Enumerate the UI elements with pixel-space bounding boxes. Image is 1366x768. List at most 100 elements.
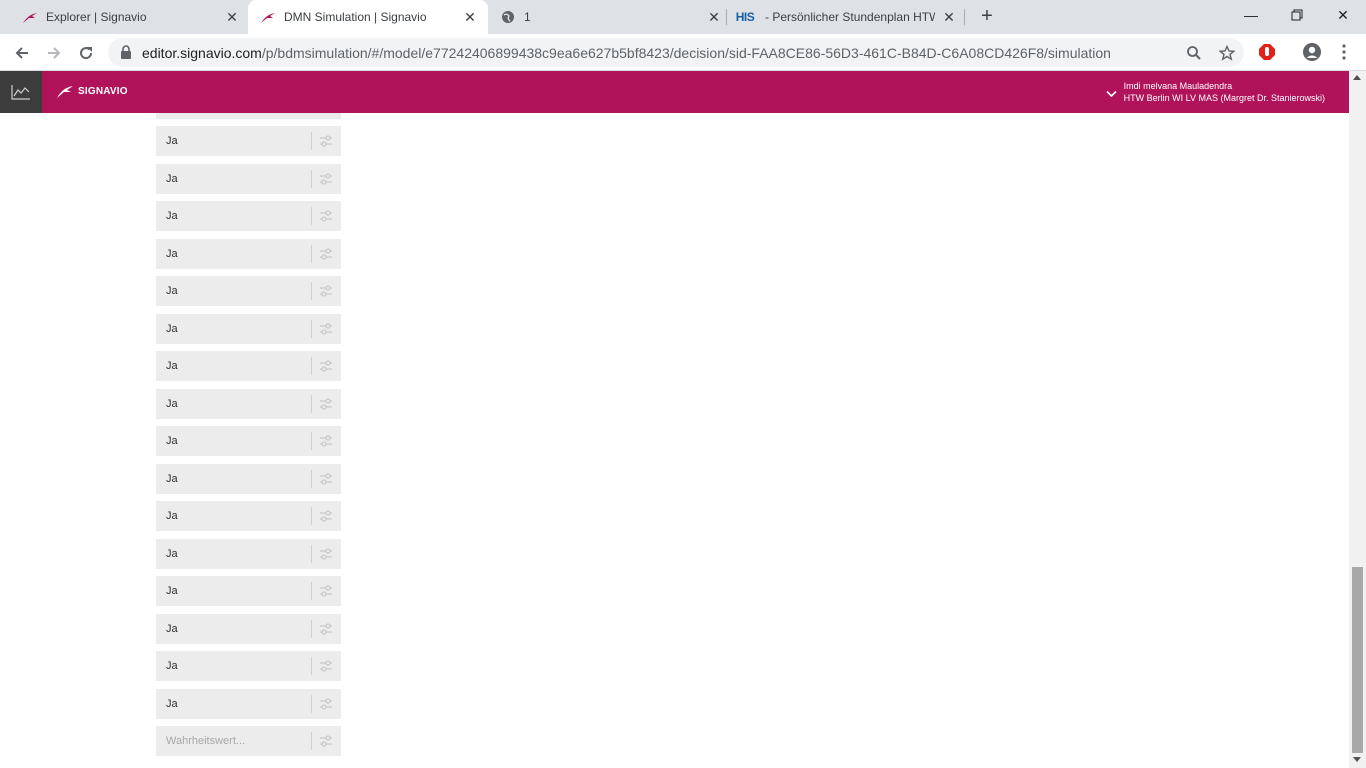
page-scrollbar[interactable] <box>1349 71 1366 768</box>
input-value: Ja <box>166 322 178 335</box>
tab-untitled[interactable]: 1 ✕ <box>488 0 726 34</box>
address-bar[interactable]: editor.signavio.com/p/bdmsimulation/#/mo… <box>108 38 1244 67</box>
url-host: editor.signavio.com <box>142 45 262 61</box>
truth-value-input[interactable]: Ja <box>156 426 341 457</box>
input-value: Ja <box>166 697 178 710</box>
truth-value-input[interactable]: Ja <box>156 576 341 607</box>
chevron-down-icon[interactable] <box>1106 85 1117 103</box>
input-value: Ja <box>166 660 178 673</box>
field-divider <box>311 432 312 451</box>
truth-value-input[interactable]: Ja <box>156 351 341 382</box>
field-divider <box>311 132 312 150</box>
settings-sliders-icon[interactable] <box>319 434 333 448</box>
settings-sliders-icon[interactable] <box>319 209 333 223</box>
truth-value-input[interactable]: Ja <box>156 388 341 419</box>
scrollbar-thumb[interactable] <box>1352 567 1363 753</box>
field-divider <box>311 619 312 638</box>
input-value: Ja <box>166 622 178 635</box>
field-divider <box>311 544 312 563</box>
settings-sliders-icon[interactable] <box>319 284 333 298</box>
input-value: Ja <box>166 135 178 147</box>
analytics-chart-icon[interactable] <box>0 71 42 113</box>
settings-sliders-icon[interactable] <box>319 397 333 411</box>
scroll-down-arrow[interactable] <box>1353 757 1361 762</box>
browser-tab-strip: Explorer | Signavio ✕ DMN Simulation | S… <box>0 0 1366 34</box>
truth-value-input-empty[interactable]: Wahrheitswert... <box>156 726 341 757</box>
truth-value-input[interactable]: Ja <box>156 163 341 194</box>
minimize-button[interactable]: — <box>1228 0 1274 30</box>
forward-button[interactable] <box>41 40 67 66</box>
tab-title: - Persönlicher Stundenplan HTW <box>765 10 935 24</box>
tab-dmn-simulation[interactable]: DMN Simulation | Signavio ✕ <box>248 0 488 34</box>
settings-sliders-icon[interactable] <box>319 697 333 711</box>
url-path: /p/bdmsimulation/#/model/e77242406899438… <box>261 45 1111 61</box>
close-window-button[interactable]: ✕ <box>1320 0 1366 30</box>
signavio-icon <box>22 9 38 25</box>
field-divider <box>311 207 312 226</box>
truth-value-input[interactable]: Ja <box>156 501 341 532</box>
field-divider <box>311 694 312 713</box>
tab-title: DMN Simulation | Signavio <box>284 10 427 24</box>
bookmark-star-icon[interactable] <box>1218 44 1236 62</box>
settings-sliders-icon[interactable] <box>319 734 333 748</box>
reload-button[interactable] <box>73 40 99 66</box>
truth-value-input[interactable]: Ja <box>156 688 341 719</box>
app-header: SIGNAVIO Imdi melvana Mauladendra HTW Be… <box>0 71 1349 113</box>
signavio-logo-icon <box>57 86 73 98</box>
more-menu-icon[interactable] <box>1334 42 1354 62</box>
settings-sliders-icon[interactable] <box>319 659 333 673</box>
field-divider <box>311 507 312 526</box>
settings-sliders-icon[interactable] <box>319 547 333 561</box>
input-placeholder: Wahrheitswert... <box>166 735 246 748</box>
tab-explorer[interactable]: Explorer | Signavio ✕ <box>0 0 248 34</box>
back-button[interactable] <box>9 40 35 66</box>
truth-value-input[interactable]: Ja <box>156 463 341 494</box>
truth-value-input[interactable]: Ja <box>156 613 341 644</box>
truth-value-input[interactable]: Ja <box>156 276 341 307</box>
close-icon[interactable]: ✕ <box>706 9 722 25</box>
truth-value-input[interactable]: Ja <box>156 651 341 682</box>
settings-sliders-icon[interactable] <box>319 247 333 261</box>
truth-value-input[interactable]: Ja <box>156 238 341 269</box>
input-value: Ja <box>166 285 178 298</box>
user-menu[interactable]: Imdi melvana Mauladendra HTW Berlin WI L… <box>1124 80 1325 104</box>
field-divider <box>311 319 312 338</box>
profile-avatar-icon[interactable] <box>1302 42 1322 62</box>
input-value: Ja <box>166 585 178 598</box>
settings-sliders-icon[interactable] <box>319 359 333 373</box>
field-divider <box>311 169 312 188</box>
truth-value-input[interactable]: Ja <box>156 313 341 344</box>
truth-value-input[interactable]: Ja <box>156 538 341 569</box>
tab-title: 1 <box>524 10 531 24</box>
input-value: Ja <box>166 510 178 523</box>
user-org: HTW Berlin WI LV MAS (Margret Dr. Stanie… <box>1123 93 1325 103</box>
settings-sliders-icon[interactable] <box>319 134 333 148</box>
restore-button[interactable] <box>1274 0 1320 30</box>
settings-sliders-icon[interactable] <box>319 509 333 523</box>
settings-sliders-icon[interactable] <box>319 584 333 598</box>
tab-separator <box>964 9 965 25</box>
field-divider <box>311 469 312 488</box>
close-icon[interactable]: ✕ <box>462 9 478 25</box>
settings-sliders-icon[interactable] <box>319 172 333 186</box>
adblock-extension-icon[interactable] <box>1257 42 1277 62</box>
input-value: Ja <box>166 172 178 185</box>
scroll-up-arrow[interactable] <box>1353 75 1361 80</box>
truth-value-input[interactable]: Ja <box>156 201 341 232</box>
close-icon[interactable]: ✕ <box>941 9 957 25</box>
tab-stundenplan[interactable]: HIS - Persönlicher Stundenplan HTW ✕ <box>727 0 965 34</box>
input-field-partial[interactable] <box>156 113 341 119</box>
signavio-logo[interactable]: SIGNAVIO <box>56 82 128 100</box>
field-divider <box>311 244 312 263</box>
zoom-icon[interactable] <box>1185 44 1203 62</box>
field-divider <box>311 394 312 413</box>
settings-sliders-icon[interactable] <box>319 322 333 336</box>
close-icon[interactable]: ✕ <box>224 9 240 25</box>
input-value: Ja <box>166 547 178 560</box>
user-name: Imdi melvana Mauladendra <box>1123 81 1233 91</box>
settings-sliders-icon[interactable] <box>319 622 333 636</box>
truth-value-input[interactable]: Ja <box>156 126 341 156</box>
new-tab-button[interactable]: + <box>976 5 998 27</box>
his-icon: HIS <box>735 10 755 24</box>
settings-sliders-icon[interactable] <box>319 472 333 486</box>
